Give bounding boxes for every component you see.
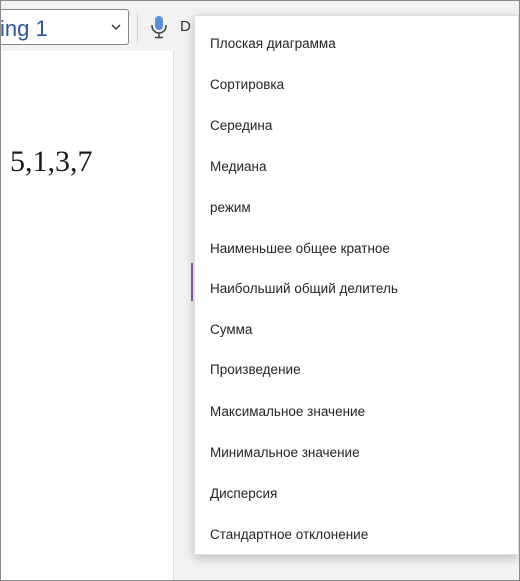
menu-item-median[interactable]: Медиана <box>195 146 518 187</box>
menu-item-sort[interactable]: Сортировка <box>195 64 518 105</box>
menu-item-lcm[interactable]: Наименьшее общее кратное <box>195 228 518 269</box>
author-cursor-marker <box>191 263 193 301</box>
menu-item-variance[interactable]: Дисперсия <box>195 473 518 514</box>
menu-item-dot-plot[interactable]: Плоская диаграмма <box>195 23 518 64</box>
style-dropdown[interactable]: ing 1 <box>0 9 129 45</box>
math-actions-menu: Плоская диаграмма Сортировка Середина Ме… <box>194 15 519 555</box>
menu-item-maximum[interactable]: Максимальное значение <box>195 391 518 432</box>
dictate-button-label[interactable]: D <box>180 18 191 35</box>
menu-item-minimum[interactable]: Минимальное значение <box>195 432 518 473</box>
style-dropdown-value: ing 1 <box>0 16 48 41</box>
chevron-down-icon <box>111 24 121 30</box>
document-page[interactable]: 5,1,3,7 <box>1 51 174 580</box>
toolbar-divider <box>137 13 138 43</box>
menu-item-sum[interactable]: Сумма <box>195 309 518 350</box>
menu-item-gcd[interactable]: Наибольший общий делитель <box>195 268 518 309</box>
numbers-text: 5,1,3,7 <box>10 145 93 178</box>
app-window: ing 1 D 5,1,3,7 Плоская диаграмма Сортир… <box>0 0 520 581</box>
menu-item-standard-deviation[interactable]: Стандартное отклонение <box>195 514 518 555</box>
menu-item-mode[interactable]: режим <box>195 187 518 228</box>
menu-item-midrange[interactable]: Середина <box>195 105 518 146</box>
menu-item-product[interactable]: Произведение <box>195 349 518 390</box>
microphone-icon[interactable] <box>150 15 168 39</box>
